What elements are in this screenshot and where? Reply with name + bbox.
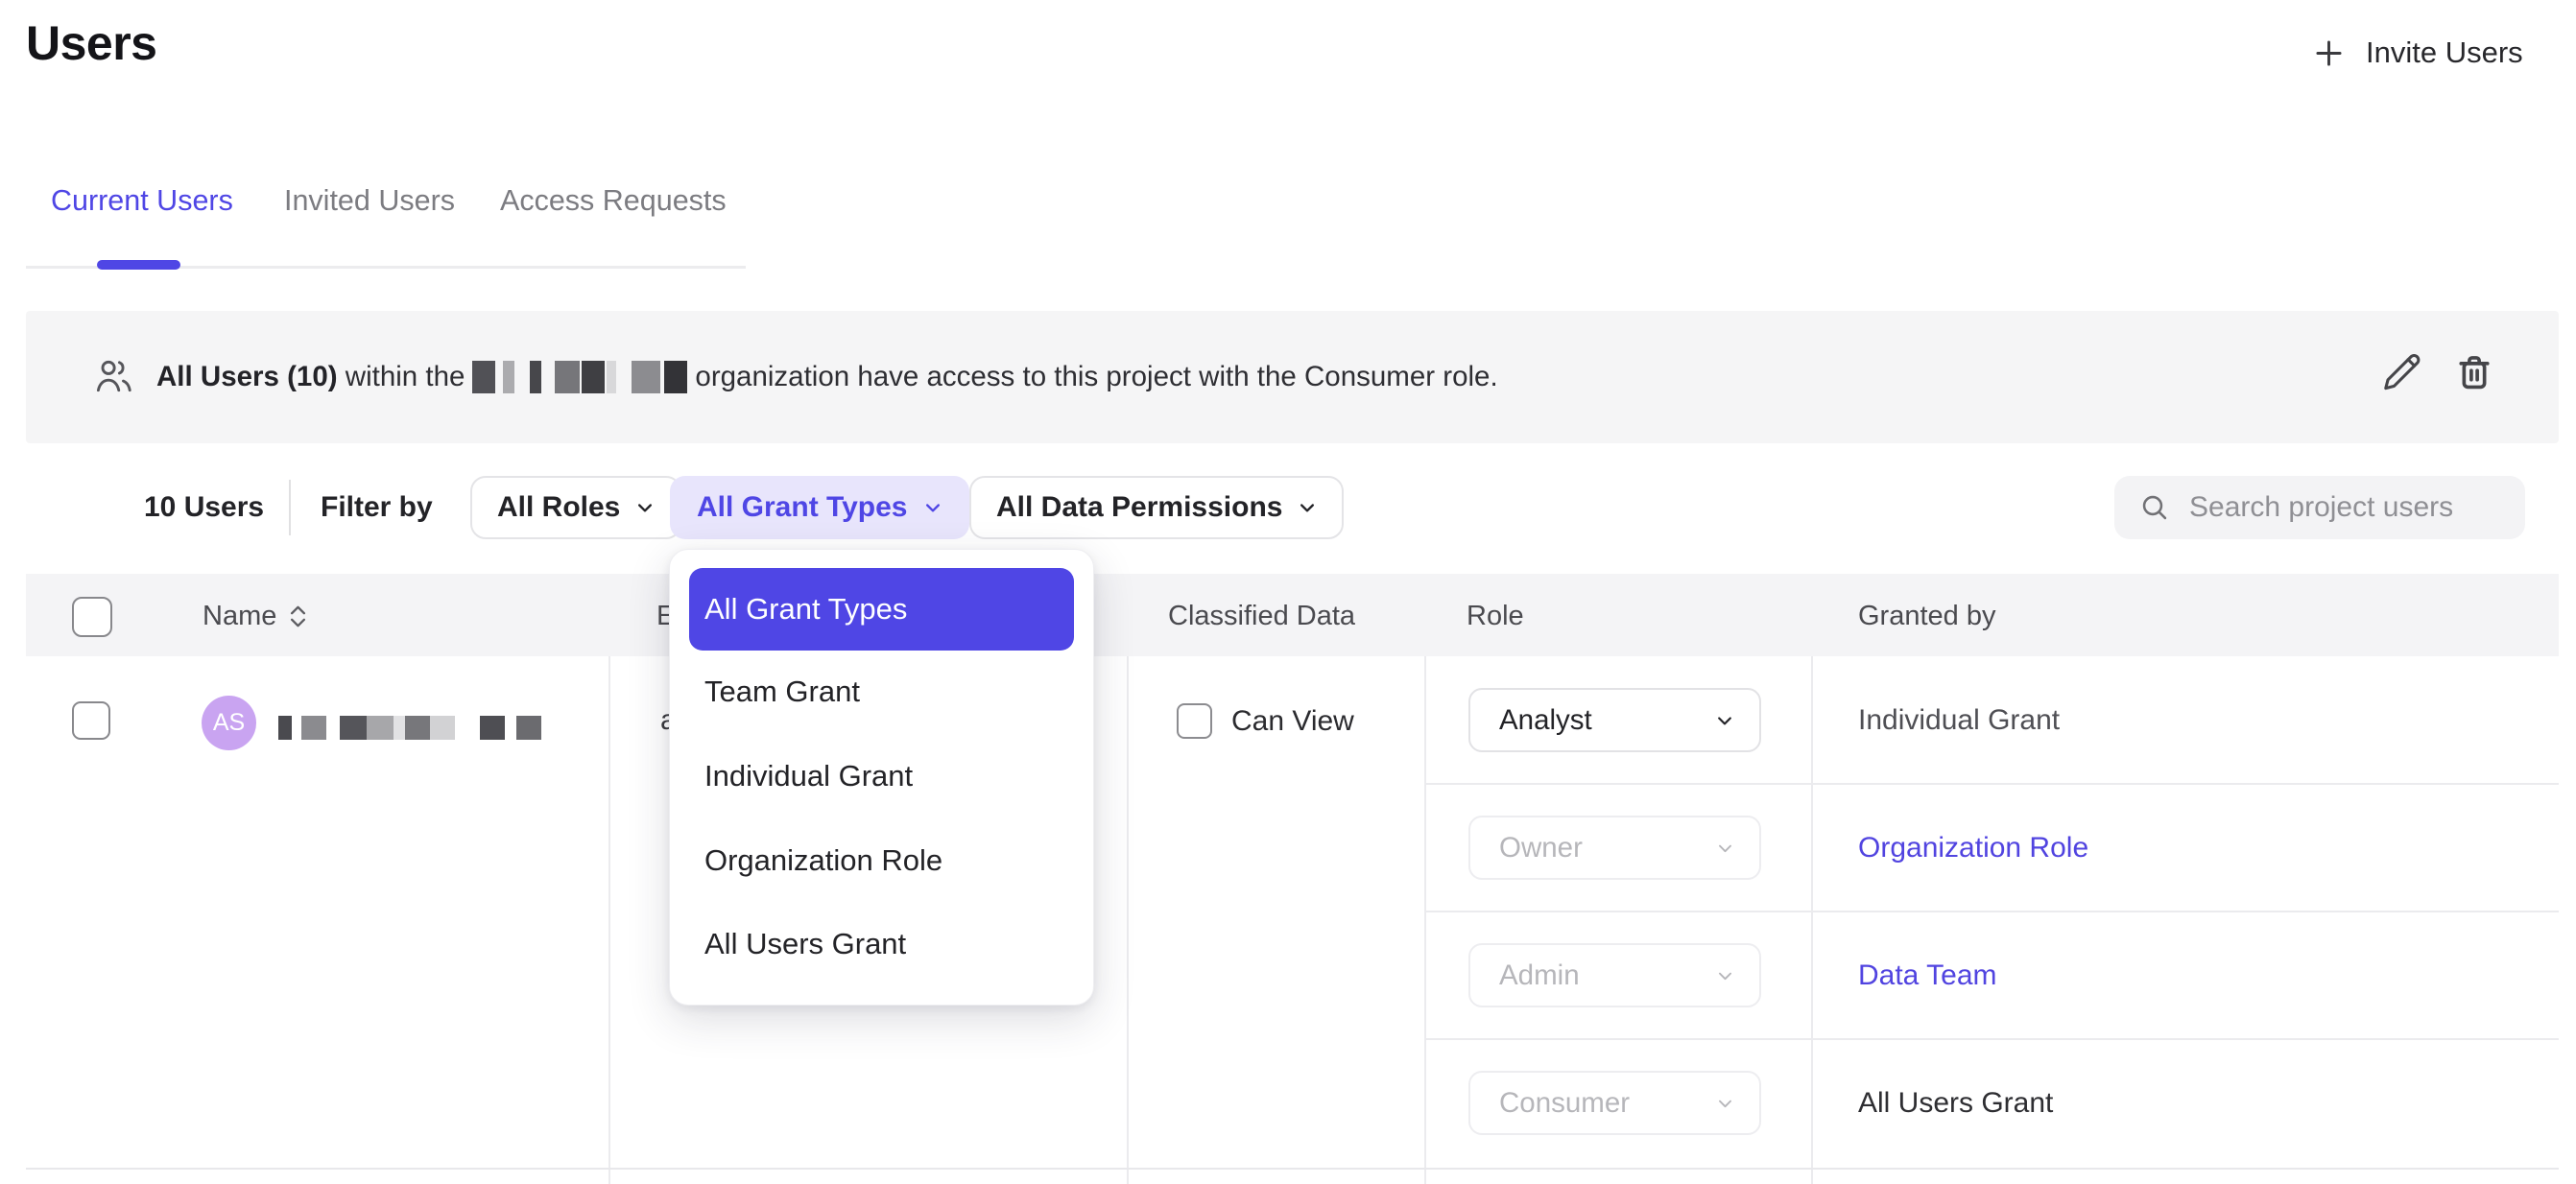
chevron-down-icon xyxy=(923,498,942,517)
column-name-label: Name xyxy=(203,601,276,632)
tab-current-users[interactable]: Current Users xyxy=(51,184,233,218)
plus-icon xyxy=(2311,36,2347,71)
dropdown-item-team-grant[interactable]: Team Grant xyxy=(689,651,1074,735)
grant-row-divider xyxy=(1424,1038,2559,1040)
dropdown-item-individual-grant[interactable]: Individual Grant xyxy=(689,734,1074,818)
pencil-icon xyxy=(2380,349,2424,393)
filter-all-grant-types[interactable]: All Grant Types xyxy=(670,476,969,539)
row-checkbox[interactable] xyxy=(72,701,110,740)
all-users-banner: All Users (10) within the organization h… xyxy=(26,311,2559,443)
role-select-analyst[interactable]: Analyst xyxy=(1468,688,1761,752)
role-select-consumer: Consumer xyxy=(1468,1071,1761,1135)
column-border xyxy=(1424,656,1426,1184)
column-border xyxy=(1127,656,1129,1184)
granted-by-organization-role-link[interactable]: Organization Role xyxy=(1858,832,2088,864)
filter-all-roles[interactable]: All Roles xyxy=(470,476,681,539)
granted-by-all-users-grant: All Users Grant xyxy=(1858,1087,2053,1120)
chevron-down-icon xyxy=(635,498,655,517)
trash-icon xyxy=(2453,351,2495,393)
dropdown-item-all-grant-types[interactable]: All Grant Types xyxy=(689,568,1074,651)
delete-grant-button[interactable] xyxy=(2453,351,2495,393)
chevron-down-icon xyxy=(1716,839,1734,857)
tab-access-requests[interactable]: Access Requests xyxy=(500,184,727,218)
grant-types-dropdown: All Grant Types Team Grant Individual Gr… xyxy=(669,549,1094,1006)
avatar-initials: AS xyxy=(213,709,245,737)
select-all-checkbox[interactable] xyxy=(72,597,112,637)
role-label: Admin xyxy=(1499,959,1580,992)
filter-by-label: Filter by xyxy=(321,491,433,524)
avatar: AS xyxy=(202,696,256,750)
filter-all-data-permissions[interactable]: All Data Permissions xyxy=(969,476,1344,539)
user-row-divider xyxy=(26,1168,2559,1170)
role-label: Owner xyxy=(1499,832,1583,864)
role-label: Analyst xyxy=(1499,704,1592,737)
sort-icon xyxy=(290,605,306,628)
page-title: Users xyxy=(26,15,157,71)
invite-users-label: Invite Users xyxy=(2366,36,2523,70)
chevron-down-icon xyxy=(1715,711,1734,730)
search-icon xyxy=(2139,492,2170,523)
filter-all-roles-label: All Roles xyxy=(497,491,620,524)
role-label: Consumer xyxy=(1499,1087,1630,1120)
chevron-down-icon xyxy=(1716,1094,1734,1112)
search-box xyxy=(2114,476,2525,539)
users-icon xyxy=(93,357,135,395)
role-select-owner: Owner xyxy=(1468,816,1761,880)
redacted-org-name xyxy=(472,360,687,394)
active-tab-indicator xyxy=(97,260,180,270)
users-page: Users Invite Users Current Users Invited… xyxy=(0,0,2576,1184)
column-header-granted-by: Granted by xyxy=(1858,601,1995,632)
column-header-name[interactable]: Name xyxy=(203,601,306,632)
column-header-classified-data: Classified Data xyxy=(1168,601,1355,632)
granted-by-individual-grant: Individual Grant xyxy=(1858,704,2060,737)
column-border xyxy=(608,656,610,1184)
search-input[interactable] xyxy=(2189,491,2477,524)
banner-text: All Users (10) within the organization h… xyxy=(156,311,1498,443)
chevron-down-icon xyxy=(1716,966,1734,984)
users-count: 10 Users xyxy=(144,491,264,524)
banner-after: organization have access to this project… xyxy=(695,361,1497,393)
can-view-checkbox[interactable] xyxy=(1177,703,1212,739)
tab-invited-users[interactable]: Invited Users xyxy=(284,184,455,218)
invite-users-button[interactable]: Invite Users xyxy=(2311,27,2523,79)
redacted-user-name xyxy=(278,710,541,745)
grant-row-divider xyxy=(1424,783,2559,785)
dropdown-item-organization-role[interactable]: Organization Role xyxy=(689,818,1074,903)
banner-bold: All Users (10) xyxy=(156,361,338,393)
filter-all-grant-types-label: All Grant Types xyxy=(697,491,908,524)
column-border xyxy=(1811,656,1813,1184)
edit-grant-button[interactable] xyxy=(2380,349,2424,393)
granted-by-data-team-link[interactable]: Data Team xyxy=(1858,959,1997,992)
grant-row-divider xyxy=(1424,911,2559,912)
column-header-role: Role xyxy=(1467,601,1524,632)
role-select-admin: Admin xyxy=(1468,943,1761,1007)
dropdown-item-all-users-grant[interactable]: All Users Grant xyxy=(689,902,1074,986)
can-view-label: Can View xyxy=(1231,705,1354,738)
chevron-down-icon xyxy=(1298,498,1317,517)
filter-all-data-permissions-label: All Data Permissions xyxy=(996,491,1282,524)
banner-middle: within the xyxy=(346,361,465,393)
filter-divider xyxy=(289,480,291,535)
